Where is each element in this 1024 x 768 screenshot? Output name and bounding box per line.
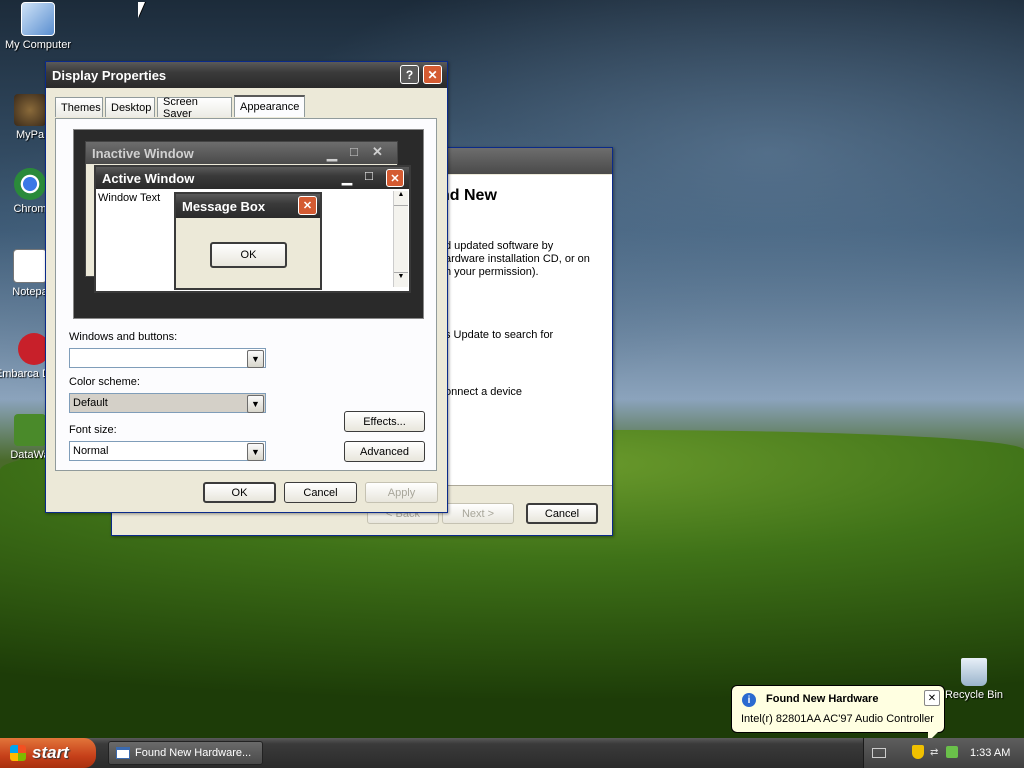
chevron-down-icon[interactable]: ▼: [247, 395, 264, 413]
system-tray: ⇄ 1:33 AM: [863, 738, 1024, 768]
tab-themes[interactable]: Themes: [55, 97, 103, 117]
notepad-icon: [13, 249, 47, 283]
windows-buttons-select[interactable]: ▼: [69, 348, 266, 368]
apply-button[interactable]: Apply: [365, 482, 438, 503]
font-size-label: Font size:: [69, 424, 117, 436]
color-scheme-select[interactable]: Default ▼: [69, 393, 266, 413]
preview-ok-button: OK: [210, 242, 287, 268]
balloon-message: Intel(r) 82801AA AC'97 Audio Controller: [741, 713, 934, 725]
close-button[interactable]: ✕: [423, 65, 442, 84]
chevron-down-icon[interactable]: ▼: [247, 443, 264, 461]
display-properties-window[interactable]: Display Properties ? ✕ Themes Desktop Sc…: [45, 61, 448, 513]
next-button[interactable]: Next >: [442, 503, 514, 524]
found-new-hardware-balloon[interactable]: i Found New Hardware ✕ Intel(r) 82801AA …: [731, 685, 945, 742]
wizard-text: onnect a device: [445, 386, 523, 398]
balloon-title: Found New Hardware: [766, 693, 879, 705]
taskbar: start Found New Hardware... ⇄ 1:33 AM: [0, 738, 1024, 768]
desktop-icon-label: Notepa: [12, 286, 48, 298]
appearance-preview: Inactive Window ▁ □ ✕ Active Window ▁ □ …: [73, 129, 424, 319]
start-button[interactable]: start: [0, 738, 96, 768]
windows-buttons-label: Windows and buttons:: [69, 331, 178, 343]
desktop-icon-recycle-bin[interactable]: Recycle Bin: [936, 658, 1012, 701]
tab-screen-saver[interactable]: Screen Saver: [157, 96, 232, 120]
wizard-text: h your permission).: [445, 266, 539, 278]
start-label: start: [32, 743, 69, 762]
desktop-icon-label: MyPa: [15, 129, 45, 141]
font-size-select[interactable]: Normal ▼: [69, 441, 266, 461]
desktop-icon-label: Chrom: [13, 203, 47, 215]
desktop-icon-label: My Computer: [4, 39, 72, 51]
minimize-icon: ▁: [327, 146, 337, 161]
preview-active-title: Active Window ▁ □ ✕: [96, 167, 409, 189]
tab-appearance[interactable]: Appearance: [234, 95, 305, 117]
cancel-button[interactable]: Cancel: [284, 482, 357, 503]
preview-message-box: Message Box ✕ OK: [174, 192, 322, 290]
font-size-value: Normal: [73, 445, 109, 457]
appearance-tab-page: Inactive Window ▁ □ ✕ Active Window ▁ □ …: [55, 118, 437, 471]
preview-inactive-title: Inactive Window ▁ □ ✕: [86, 142, 397, 164]
help-button[interactable]: ?: [400, 65, 419, 84]
advanced-button[interactable]: Advanced: [344, 441, 425, 462]
display-properties-title-bar[interactable]: Display Properties ? ✕: [46, 62, 447, 88]
preview-inactive-title-text: Inactive Window: [92, 145, 194, 161]
clock[interactable]: 1:33 AM: [970, 747, 1010, 759]
wizard-heading: nd New: [440, 187, 497, 204]
color-scheme-value: Default: [73, 397, 108, 409]
recycle-bin-icon: [961, 658, 987, 686]
window-app-icon: [116, 747, 130, 759]
close-icon: ✕: [372, 144, 383, 159]
preview-scrollbar: ▲ ▼: [393, 191, 408, 287]
preview-msgbox-title-text: Message Box: [182, 198, 266, 214]
preview-active-title-text: Active Window: [102, 170, 195, 186]
preview-msgbox-title: Message Box ✕: [176, 194, 320, 218]
desktop-icon-label: DataWa: [10, 449, 50, 461]
security-shield-icon[interactable]: [912, 745, 924, 759]
ok-button[interactable]: OK: [203, 482, 276, 503]
minimize-icon: ▁: [342, 170, 352, 185]
close-icon: ✕: [298, 196, 317, 215]
windows-logo-icon: [10, 745, 26, 761]
window-title: Display Properties: [52, 67, 167, 83]
datawa-icon: [14, 414, 46, 446]
preview-active-window: Active Window ▁ □ ✕ Window Text ▲ ▼ Mess…: [94, 165, 411, 293]
scroll-up-arrow-icon: ▲: [394, 191, 408, 206]
maximize-icon: □: [350, 144, 358, 159]
mypaint-icon: [14, 94, 46, 126]
taskbar-item-found-new-hardware[interactable]: Found New Hardware...: [108, 741, 263, 765]
effects-button[interactable]: Effects...: [344, 411, 425, 432]
tab-strip: Themes Desktop Screen Saver Appearance: [55, 95, 435, 120]
mouse-cursor-icon: [138, 2, 145, 18]
chevron-down-icon[interactable]: ▼: [247, 350, 264, 368]
keyboard-icon[interactable]: [872, 748, 886, 758]
color-scheme-label: Color scheme:: [69, 376, 140, 388]
wizard-text: ardware installation CD, or on: [445, 253, 590, 265]
info-icon: i: [742, 693, 756, 707]
preview-window-text: Window Text: [98, 192, 161, 204]
safely-remove-hardware-icon[interactable]: [946, 746, 958, 758]
close-icon: ✕: [386, 169, 404, 187]
network-icon[interactable]: ⇄: [930, 747, 938, 758]
tab-desktop[interactable]: Desktop: [105, 97, 155, 117]
balloon-close-button[interactable]: ✕: [924, 690, 940, 706]
scroll-down-arrow-icon: ▼: [394, 272, 408, 287]
taskbar-item-label: Found New Hardware...: [135, 747, 252, 759]
wizard-text: d updated software by: [445, 240, 554, 252]
desktop-icon-label: Recycle Bin: [944, 689, 1004, 701]
maximize-icon: □: [365, 168, 373, 183]
wizard-cancel-button[interactable]: Cancel: [526, 503, 598, 524]
my-computer-icon: [21, 2, 55, 36]
desktop-icon-my-computer[interactable]: My Computer: [0, 2, 76, 51]
wizard-text: s Update to search for: [445, 329, 554, 341]
chrome-icon: [14, 168, 46, 200]
